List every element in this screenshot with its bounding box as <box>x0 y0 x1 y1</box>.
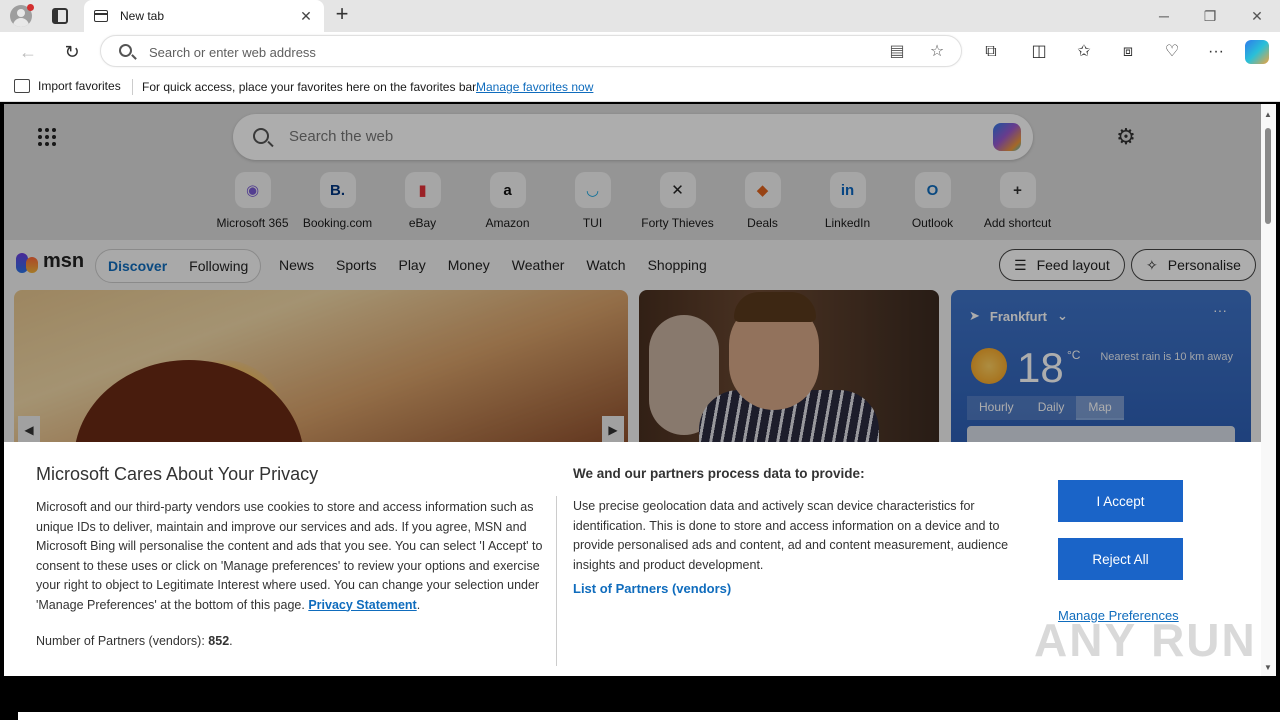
page-scrollbar[interactable]: ▲ ▼ <box>1261 104 1276 676</box>
reject-all-button[interactable]: Reject All <box>1058 538 1183 580</box>
import-icon <box>14 79 30 93</box>
search-icon <box>119 44 132 57</box>
scroll-down-icon[interactable]: ▼ <box>1264 663 1272 672</box>
restore-button[interactable]: ❐ <box>1200 6 1220 26</box>
close-window-button[interactable]: ✕ <box>1247 6 1267 26</box>
anyrun-watermark: ANY RUN <box>1034 614 1257 666</box>
scroll-up-icon[interactable]: ▲ <box>1264 110 1272 119</box>
tab-strip: New tab ✕ + ─ ❐ ✕ <box>0 0 1280 32</box>
tab-actions-icon[interactable] <box>52 8 68 24</box>
privacy-statement-link[interactable]: Privacy Statement <box>308 598 416 612</box>
privacy-title: Microsoft Cares About Your Privacy <box>36 464 319 484</box>
tab-new-tab[interactable]: New tab ✕ <box>84 0 324 32</box>
partners-prefix: Number of Partners (vendors): <box>36 634 205 648</box>
notification-dot <box>27 4 34 11</box>
tab-close-icon[interactable]: ✕ <box>298 8 314 25</box>
list-of-partners-link[interactable]: List of Partners (vendors) <box>573 581 731 596</box>
split-screen-icon[interactable]: ◫ <box>1027 40 1051 64</box>
data-purposes-title: We and our partners process data to prov… <box>573 466 865 481</box>
partners-count-line: Number of Partners (vendors): 852. <box>36 634 233 648</box>
divider <box>132 79 133 95</box>
privacy-body: Microsoft and our third-party vendors us… <box>36 500 543 612</box>
minimize-button[interactable]: ─ <box>1154 6 1174 26</box>
divider <box>556 496 557 666</box>
immersive-reader-icon[interactable]: ▤ <box>887 42 907 62</box>
browser-toolbar: ← ↻ Search or enter web address ▤ ☆ ⧉ ◫ … <box>0 32 1280 72</box>
taskbar-strip <box>18 712 1280 720</box>
address-input[interactable]: Search or enter web address <box>149 45 316 60</box>
newtab-favicon-icon <box>94 10 108 22</box>
tab-title: New tab <box>120 9 165 23</box>
copilot-icon[interactable] <box>1245 40 1269 64</box>
address-bar[interactable]: Search or enter web address ▤ ☆ <box>100 35 962 67</box>
favorites-bar: Import favorites For quick access, place… <box>0 72 1280 102</box>
scrollbar-thumb[interactable] <box>1265 128 1271 224</box>
favorite-star-icon[interactable]: ☆ <box>927 42 947 62</box>
privacy-body-text: Microsoft and our third-party vendors us… <box>36 500 543 612</box>
collections-icon[interactable]: ⧈ <box>1116 40 1140 64</box>
extensions-icon[interactable]: ⧉ <box>979 40 1003 64</box>
back-arrow-icon[interactable]: ← <box>16 40 40 64</box>
import-favorites-button[interactable]: Import favorites <box>14 79 121 93</box>
more-menu-icon[interactable]: ··· <box>1204 40 1228 64</box>
data-purposes-body: Use precise geolocation data and activel… <box>573 499 1009 572</box>
consent-overlay <box>4 104 1261 442</box>
import-favorites-label: Import favorites <box>38 79 121 93</box>
manage-favorites-link[interactable]: Manage favorites now <box>476 80 593 94</box>
new-tab-button[interactable]: + <box>330 3 354 27</box>
favorites-message: For quick access, place your favorites h… <box>142 80 479 94</box>
refresh-icon[interactable]: ↻ <box>60 40 84 64</box>
accept-button[interactable]: I Accept <box>1058 480 1183 522</box>
browser-essentials-icon[interactable]: ♡ <box>1160 40 1184 64</box>
partners-count: 852 <box>208 634 230 648</box>
favorites-icon[interactable]: ✩ <box>1072 40 1096 64</box>
